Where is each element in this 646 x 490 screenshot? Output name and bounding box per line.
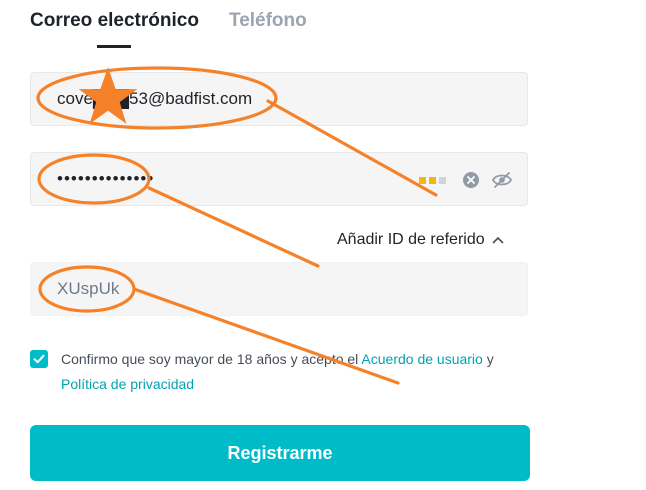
email-field[interactable] xyxy=(30,72,528,126)
clear-icon[interactable] xyxy=(461,170,481,190)
tab-phone[interactable]: Teléfono xyxy=(229,10,307,32)
privacy-policy-link[interactable]: Política de privacidad xyxy=(61,376,194,392)
eye-off-icon[interactable] xyxy=(491,170,513,190)
email-input[interactable] xyxy=(57,73,427,125)
active-tab-indicator xyxy=(97,45,131,48)
password-field[interactable] xyxy=(30,152,528,206)
tab-email[interactable]: Correo electrónico xyxy=(30,10,199,32)
strength-segment xyxy=(419,177,426,184)
user-agreement-link[interactable]: Acuerdo de usuario xyxy=(361,351,482,367)
referral-id-input[interactable] xyxy=(57,263,427,315)
register-button[interactable]: Registrarme xyxy=(30,425,530,481)
password-strength-meter xyxy=(419,177,449,184)
referral-id-field[interactable] xyxy=(30,262,528,316)
terms-text-before: Confirmo que soy mayor de 18 años y acep… xyxy=(61,351,362,367)
password-input[interactable] xyxy=(57,153,427,205)
strength-segment xyxy=(439,177,446,184)
terms-text-middle: y xyxy=(482,351,494,367)
chevron-up-icon xyxy=(492,236,504,244)
check-icon xyxy=(33,354,45,364)
terms-text: Confirmo que soy mayor de 18 años y acep… xyxy=(61,347,531,397)
referral-toggle-label: Añadir ID de referido xyxy=(337,231,485,248)
add-referral-toggle[interactable]: Añadir ID de referido xyxy=(337,231,505,249)
auth-method-tabs: Correo electrónico Teléfono xyxy=(30,10,530,50)
terms-checkbox[interactable] xyxy=(30,350,48,368)
strength-segment xyxy=(429,177,436,184)
